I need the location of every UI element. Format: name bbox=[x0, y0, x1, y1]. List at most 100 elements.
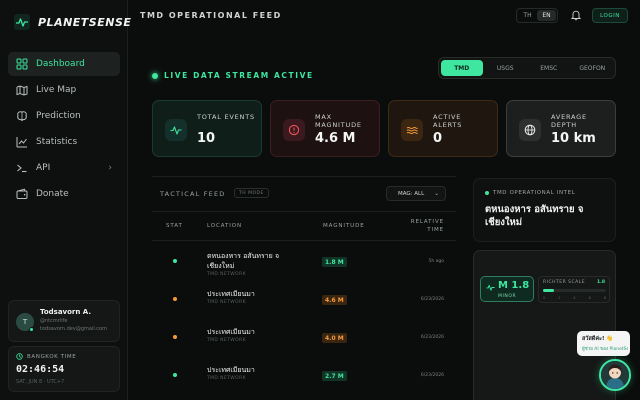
richter-tick: 4 bbox=[573, 296, 576, 300]
table-row[interactable]: ประเทศเมียนมา TMD NETWORK 2.7 M 6/23/2026 bbox=[152, 357, 456, 395]
richter-scale-value: 1.8 bbox=[597, 280, 605, 285]
magnitude-badge: 2.7 M bbox=[322, 371, 347, 381]
event-location-text: ประเทศเมียนมา bbox=[207, 328, 255, 336]
richter-scale-label: RICHTER SCALE bbox=[543, 280, 586, 285]
stat-label: TOTAL EVENTS bbox=[197, 113, 255, 121]
stat-label: MAX MAGNITUDE bbox=[315, 113, 362, 129]
magnitude-badge: 4.0 M bbox=[322, 333, 347, 343]
stat-card-total-events: TOTAL EVENTS 10 bbox=[152, 100, 262, 157]
event-time: 6/23/2026 bbox=[420, 297, 444, 302]
column-header-relative-time: RELATIVE TIME bbox=[410, 219, 444, 233]
magnitude-class: MINOR bbox=[498, 294, 517, 299]
event-network: TMD NETWORK bbox=[207, 376, 246, 381]
source-tabs: TMD USGS EMSC GEOFON bbox=[438, 57, 616, 79]
tab-emsc[interactable]: EMSC bbox=[528, 60, 570, 76]
stat-card-average-depth: AVERAGE DEPTH 10 km bbox=[506, 100, 616, 157]
clock-icon bbox=[16, 353, 23, 360]
tab-tmd[interactable]: TMD bbox=[441, 60, 483, 76]
clock-time: 02:46:54 bbox=[16, 364, 65, 375]
chevron-right-icon: › bbox=[108, 163, 112, 173]
dashboard-icon bbox=[16, 58, 28, 70]
event-network: TMD NETWORK bbox=[207, 338, 246, 343]
magnitude-widget: M 1.8 MINOR RICHTER SCALE 1.8 0 2 4 6 8 bbox=[473, 250, 616, 400]
table-row[interactable]: ตหนองหาร อสันทราย จ เชียงใหม่ TMD NETWORK… bbox=[152, 243, 456, 281]
event-location-text: ประเทศเมียนมา bbox=[207, 366, 255, 374]
richter-tick: 6 bbox=[588, 296, 591, 300]
stat-value: 10 bbox=[197, 131, 216, 146]
tab-usgs[interactable]: USGS bbox=[485, 60, 527, 76]
clock-label: BANGKOK TIME bbox=[16, 353, 76, 360]
brand-name: PLANETSENSE bbox=[38, 15, 132, 29]
table-row[interactable]: ประเทศเมียนมา TMD NETWORK 4.6 M 6/23/2026 bbox=[152, 281, 456, 319]
map-icon bbox=[16, 85, 28, 96]
wallet-icon bbox=[16, 188, 28, 199]
sidebar-item-label: Donate bbox=[36, 189, 69, 199]
assistant-chat-bubble[interactable]: สวัสดีค่ะ! 👋 ผู้ช่วย AI ของ PlanetSense bbox=[577, 331, 630, 356]
clock-date: SAT, JUN 8 · UTC+7 bbox=[16, 379, 65, 385]
richter-scale-ticks: 0 2 4 6 8 bbox=[543, 296, 606, 300]
status-dot bbox=[173, 335, 177, 339]
chevron-down-icon: ⌄ bbox=[434, 190, 440, 197]
stat-label: AVERAGE DEPTH bbox=[551, 113, 587, 129]
event-location-text: ประเทศเมียนมา bbox=[207, 290, 255, 298]
alert-circle-icon bbox=[283, 119, 305, 141]
event-location: ตหนองหาร อสันทราย จ เชียงใหม่ TMD NETWORK bbox=[207, 251, 299, 279]
feed-mode-badge: TH MODE bbox=[234, 188, 269, 198]
assistant-avatar-icon bbox=[601, 361, 629, 389]
sidebar-item-label: Prediction bbox=[36, 111, 81, 121]
intel-label-text: TMD OPERATIONAL INTEL bbox=[493, 190, 576, 196]
pulse-icon bbox=[165, 119, 187, 141]
sidebar-item-label: Dashboard bbox=[36, 59, 85, 69]
sidebar-item-prediction[interactable]: Prediction bbox=[8, 104, 120, 128]
user-handle: @ntcmrlife bbox=[40, 318, 68, 324]
magnitude-filter-select[interactable]: MAG: ALL ⌄ bbox=[386, 186, 446, 201]
brand[interactable]: PLANETSENSE bbox=[14, 12, 131, 32]
sidebar: PLANETSENSE Dashboard Live Map Predictio… bbox=[0, 0, 131, 400]
stat-label: ACTIVE ALERTS bbox=[433, 113, 463, 129]
lang-option-th[interactable]: TH bbox=[518, 10, 537, 21]
waves-icon bbox=[401, 119, 423, 141]
magnitude-badge: 1.8 M bbox=[322, 257, 347, 267]
chart-icon bbox=[16, 137, 27, 148]
table-row[interactable]: ประเทศเมียนมา TMD NETWORK 4.0 M 6/23/2026 bbox=[152, 319, 456, 357]
magnitude-value: M 1.8 bbox=[498, 280, 530, 291]
magnitude-filter-value: MAG: ALL bbox=[398, 190, 425, 197]
event-time: 5h ago bbox=[428, 259, 444, 264]
event-time: 6/23/2026 bbox=[420, 373, 444, 378]
richter-tick: 0 bbox=[543, 296, 546, 300]
user-card[interactable]: T Todsavorn A. @ntcmrlife todsavorn.dev@… bbox=[8, 300, 120, 342]
brain-icon bbox=[17, 111, 27, 122]
tab-geofon[interactable]: GEOFON bbox=[572, 60, 614, 76]
status-dot bbox=[173, 259, 177, 263]
live-indicator-dot bbox=[152, 72, 158, 79]
user-name: Todsavorn A. bbox=[40, 308, 92, 316]
sidebar-item-live-map[interactable]: Live Map bbox=[8, 78, 120, 102]
tactical-feed: TACTICAL FEED TH MODE MAG: ALL ⌄ STAT LO… bbox=[152, 176, 456, 400]
online-status-dot bbox=[29, 327, 34, 332]
column-header-stat: STAT bbox=[166, 223, 183, 229]
bell-icon[interactable] bbox=[570, 9, 582, 21]
chat-greeting: สวัสดีค่ะ! 👋 bbox=[582, 336, 614, 342]
clock-label-text: BANGKOK TIME bbox=[27, 353, 77, 360]
event-location: ประเทศเมียนมา TMD NETWORK bbox=[207, 365, 299, 383]
richter-scale: RICHTER SCALE 1.8 0 2 4 6 8 bbox=[538, 276, 610, 303]
stat-card-active-alerts: ACTIVE ALERTS 0 bbox=[388, 100, 498, 157]
event-location: ประเทศเมียนมา TMD NETWORK bbox=[207, 327, 299, 345]
status-dot bbox=[485, 191, 489, 195]
column-header-magnitude: MAGNITUDE bbox=[323, 223, 365, 229]
sidebar-item-api[interactable]: API › bbox=[8, 156, 120, 180]
assistant-avatar-button[interactable] bbox=[599, 359, 631, 391]
live-status-label: LIVE DATA STREAM ACTIVE bbox=[164, 71, 314, 80]
stat-value: 4.6 M bbox=[315, 131, 356, 146]
intel-location: ตหนองหาร อสันทราย จ เชียงใหม่ bbox=[485, 204, 584, 228]
intel-panel: TMD OPERATIONAL INTEL ตหนองหาร อสันทราย … bbox=[473, 178, 616, 242]
sidebar-item-dashboard[interactable]: Dashboard bbox=[8, 52, 120, 76]
language-toggle: TH EN bbox=[516, 8, 558, 23]
sidebar-item-statistics[interactable]: Statistics bbox=[8, 130, 120, 154]
pulse-icon bbox=[486, 284, 495, 291]
stat-card-max-magnitude: MAX MAGNITUDE 4.6 M bbox=[270, 100, 380, 157]
feed-table-header: STAT LOCATION MAGNITUDE RELATIVE TIME bbox=[152, 211, 456, 241]
login-button[interactable]: LOGIN bbox=[592, 8, 628, 23]
lang-option-en[interactable]: EN bbox=[537, 10, 556, 21]
sidebar-item-donate[interactable]: Donate bbox=[8, 182, 120, 206]
